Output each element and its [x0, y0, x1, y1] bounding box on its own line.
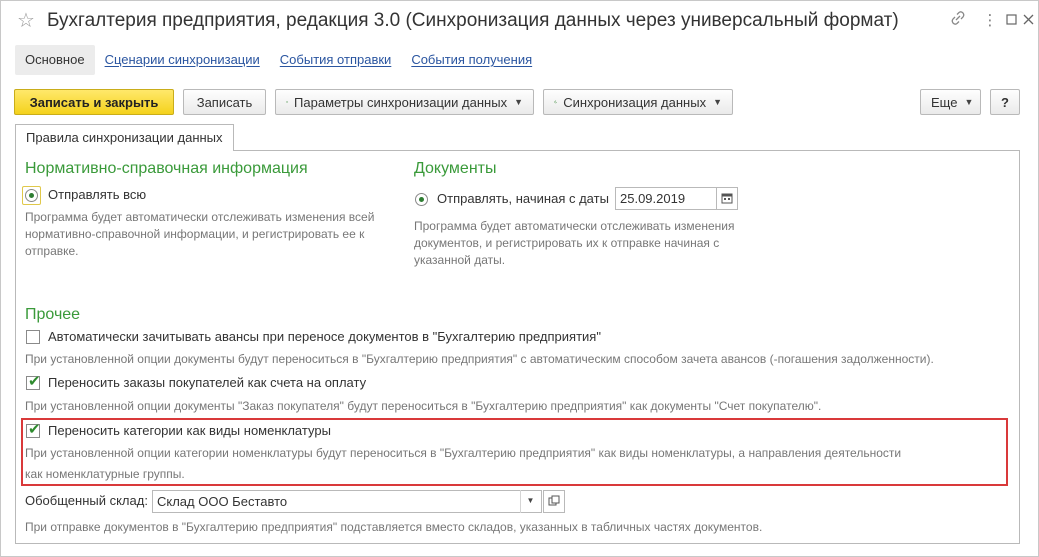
warehouse-input[interactable]: Склад ООО Беставто [152, 490, 542, 513]
save-label: Записать [196, 94, 253, 110]
form-nav: Основное Сценарии синхронизации События … [15, 45, 542, 75]
calendar-icon [721, 193, 733, 204]
auto-advance-checkbox[interactable] [26, 330, 40, 344]
documents-send-from-label: Отправлять, начиная с даты [437, 191, 609, 206]
documents-send-from-radio[interactable] [415, 193, 428, 206]
sync-params-button[interactable]: Параметры синхронизации данных ▼ [275, 89, 534, 115]
save-and-close-label: Записать и закрыть [29, 94, 159, 110]
orders-as-invoices-hint: При установленной опции документы "Заказ… [25, 399, 822, 413]
categories-as-types-hint-2: как номенклатурные группы. [25, 467, 185, 481]
title-bar: ☆ Бухгалтерия предприятия, редакция 3.0 … [1, 1, 1038, 43]
categories-as-types-checkbox[interactable]: ✔ [26, 421, 41, 438]
nav-tab-send-events[interactable]: События отправки [270, 45, 402, 75]
sync-data-button[interactable]: Синхронизация данных ▼ [543, 89, 733, 115]
documents-hint-2: документов, и регистрировать их к отправ… [414, 236, 720, 250]
help-button[interactable]: ? [990, 89, 1020, 115]
sync-refresh-icon [554, 100, 557, 104]
window: ☆ Бухгалтерия предприятия, редакция 3.0 … [0, 0, 1039, 557]
warehouse-hint: При отправке документов в "Бухгалтерию п… [25, 520, 763, 534]
other-section-title: Прочее [25, 306, 81, 323]
documents-hint-1: Программа будет автоматически отслеживат… [414, 219, 735, 233]
reference-section-title: Нормативно-справочная информация [25, 160, 308, 177]
sync-data-label: Синхронизация данных [563, 94, 707, 110]
warehouse-value: Склад ООО Беставто [157, 494, 288, 509]
auto-advance-hint: При установленной опции документы будут … [25, 352, 934, 366]
close-icon[interactable] [1018, 11, 1038, 31]
nav-tab-main[interactable]: Основное [15, 45, 95, 75]
warehouse-label: Обобщенный склад: [25, 493, 148, 508]
categories-as-types-label: Переносить категории как виды номенклату… [48, 423, 331, 438]
chevron-down-icon: ▼ [964, 97, 974, 107]
checkmark-icon: ✔ [28, 421, 41, 438]
sync-params-label: Параметры синхронизации данных [294, 94, 508, 110]
sync-gear-icon [286, 101, 288, 103]
reference-send-all-radio[interactable] [25, 189, 38, 202]
nav-tab-receive-events[interactable]: События получения [401, 45, 542, 75]
checkmark-icon: ✔ [28, 373, 41, 390]
reference-hint-2: нормативно-справочной информации, и реги… [25, 227, 365, 241]
reference-hint-3: отправке. [25, 244, 79, 258]
orders-as-invoices-label: Переносить заказы покупателей как счета … [48, 375, 367, 390]
open-form-icon [548, 495, 560, 506]
reference-hint-1: Программа будет автоматически отслеживат… [25, 210, 375, 224]
link-icon[interactable] [948, 11, 968, 31]
warehouse-dropdown-button[interactable]: ▼ [520, 490, 540, 513]
documents-section-title: Документы [414, 160, 497, 177]
more-icon[interactable]: ⋮ [980, 11, 1000, 31]
tab-sync-rules[interactable]: Правила синхронизации данных [15, 124, 234, 151]
save-button[interactable]: Записать [183, 89, 266, 115]
auto-advance-label: Автоматически зачитывать авансы при пере… [48, 329, 601, 344]
save-and-close-button[interactable]: Записать и закрыть [14, 89, 174, 115]
documents-hint-3: указанной даты. [414, 253, 506, 267]
categories-as-types-hint-1: При установленной опции категории номенк… [25, 446, 902, 460]
more-button[interactable]: Еще ▼ [920, 89, 981, 115]
help-label: ? [1001, 94, 1009, 110]
more-label: Еще [931, 94, 958, 110]
orders-as-invoices-checkbox[interactable]: ✔ [26, 373, 41, 390]
chevron-down-icon: ▼ [713, 97, 722, 107]
calendar-button[interactable] [716, 187, 738, 210]
reference-send-all-label: Отправлять всю [48, 187, 147, 202]
documents-date-input[interactable]: 25.09.2019 [615, 187, 717, 210]
window-title: Бухгалтерия предприятия, редакция 3.0 (С… [47, 10, 899, 31]
chevron-down-icon: ▼ [514, 97, 523, 107]
favorite-star-icon[interactable]: ☆ [17, 9, 35, 33]
nav-tab-scenarios[interactable]: Сценарии синхронизации [95, 45, 270, 75]
warehouse-open-button[interactable] [543, 490, 565, 513]
